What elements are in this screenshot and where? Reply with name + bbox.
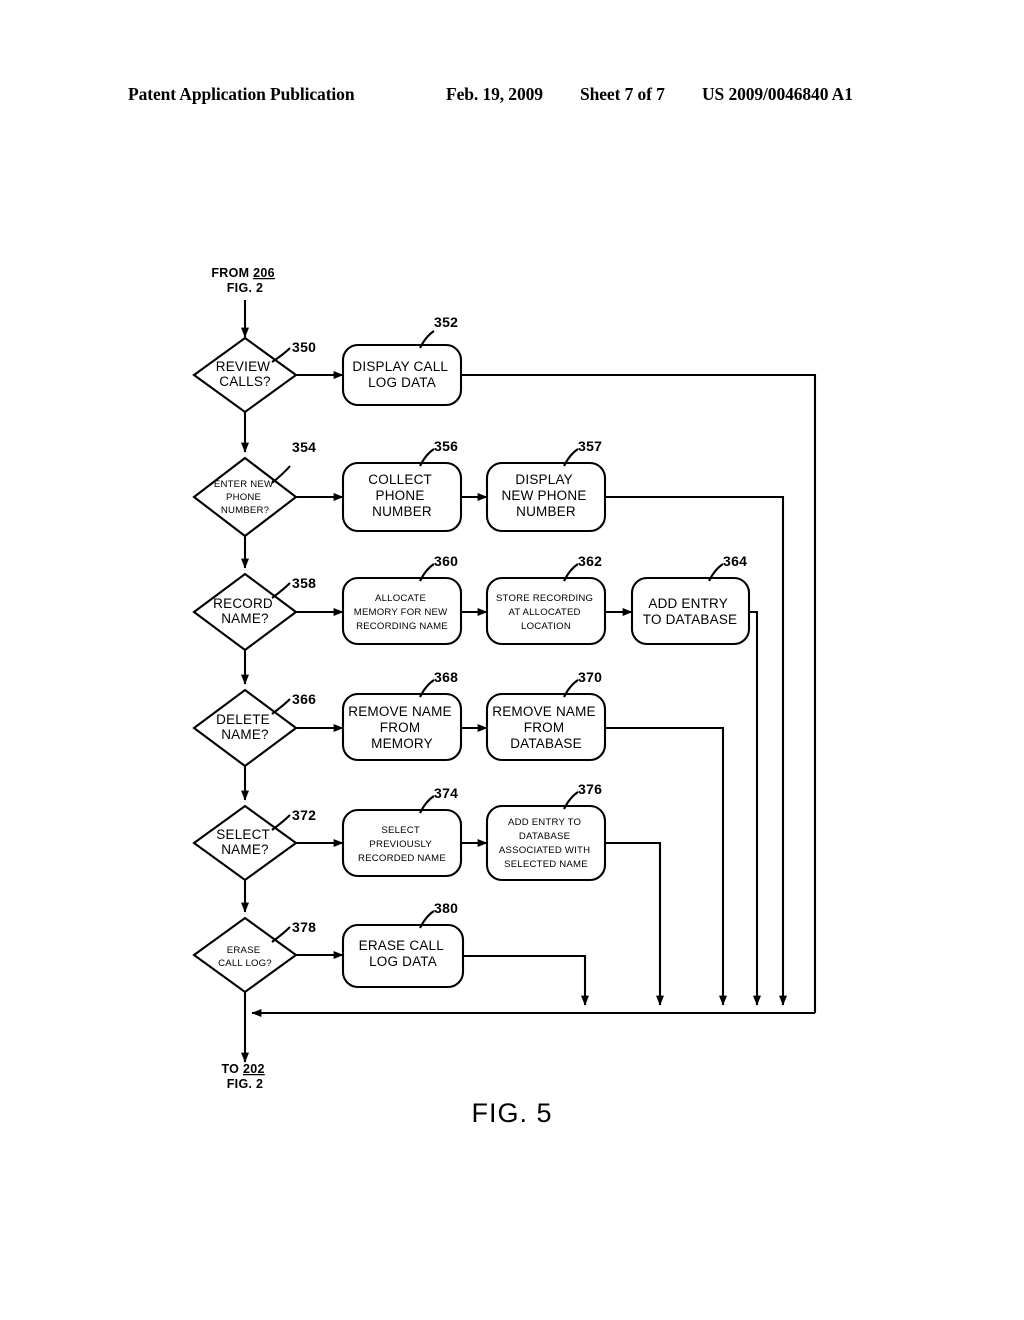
return-path-370: [605, 726, 727, 1006]
process-357-label: DISPLAY NEW PHONE NUMBER: [501, 472, 590, 519]
decision-350-label: REVIEW CALLS?: [216, 359, 274, 389]
ref-num-366: 366: [292, 691, 316, 707]
entry-connector-label: FROM 206 FIG. 2: [211, 266, 278, 295]
process-364-label: ADD ENTRY TO DATABASE: [643, 596, 737, 627]
decision-366-label: DELETE NAME?: [216, 712, 274, 742]
process-352-label: DISPLAY CALL LOG DATA: [352, 359, 451, 390]
ref-num-354: 354: [292, 439, 316, 455]
process-376-label: ADD ENTRY TO DATABASE ASSOCIATED WITH SE…: [499, 817, 593, 870]
figure-caption: FIG. 5: [471, 1098, 553, 1128]
process-362-label: STORE RECORDING AT ALLOCATED LOCATION: [496, 593, 596, 632]
ref-num-374: 374: [434, 785, 458, 801]
ref-num-360: 360: [434, 553, 458, 569]
process-356-label: COLLECT PHONE NUMBER: [368, 472, 435, 519]
leader-350: [271, 347, 291, 363]
exit-connector-label: TO 202 FIG. 2: [221, 1062, 268, 1091]
return-path-364: [749, 610, 761, 1006]
ref-num-368: 368: [434, 669, 458, 685]
process-364-shape: [630, 576, 751, 646]
ref-num-352: 352: [434, 314, 458, 330]
ref-num-380: 380: [434, 900, 458, 916]
ref-num-370: 370: [578, 669, 602, 685]
decision-354-label: ENTER NEW PHONE NUMBER?: [214, 479, 276, 516]
decision-372-label: SELECT NAME?: [216, 827, 273, 857]
ref-num-350: 350: [292, 339, 316, 355]
ref-num-376: 376: [578, 781, 602, 797]
ref-num-362: 362: [578, 553, 602, 569]
decision-358-label: RECORD NAME?: [213, 596, 277, 626]
ref-num-358: 358: [292, 575, 316, 591]
leader-378: [271, 926, 291, 943]
ref-num-364: 364: [723, 553, 747, 569]
decision-378-label: ERASE CALL LOG?: [218, 945, 272, 969]
process-360-label: ALLOCATE MEMORY FOR NEW RECORDING NAME: [354, 593, 450, 632]
ref-num-357: 357: [578, 438, 602, 454]
ref-num-372: 372: [292, 807, 316, 823]
process-380-label: ERASE CALL LOG DATA: [359, 938, 448, 969]
process-374-label: SELECT PREVIOUSLY RECORDED NAME: [358, 825, 446, 864]
process-370-label: REMOVE NAME FROM DATABASE: [492, 704, 599, 751]
ref-num-356: 356: [434, 438, 458, 454]
return-path-376: [605, 841, 664, 1006]
leader-372: [271, 814, 291, 831]
process-368-label: REMOVE NAME FROM MEMORY: [348, 704, 455, 751]
return-path-380: [463, 954, 589, 1006]
ref-num-378: 378: [292, 919, 316, 935]
leader-366: [271, 698, 291, 715]
